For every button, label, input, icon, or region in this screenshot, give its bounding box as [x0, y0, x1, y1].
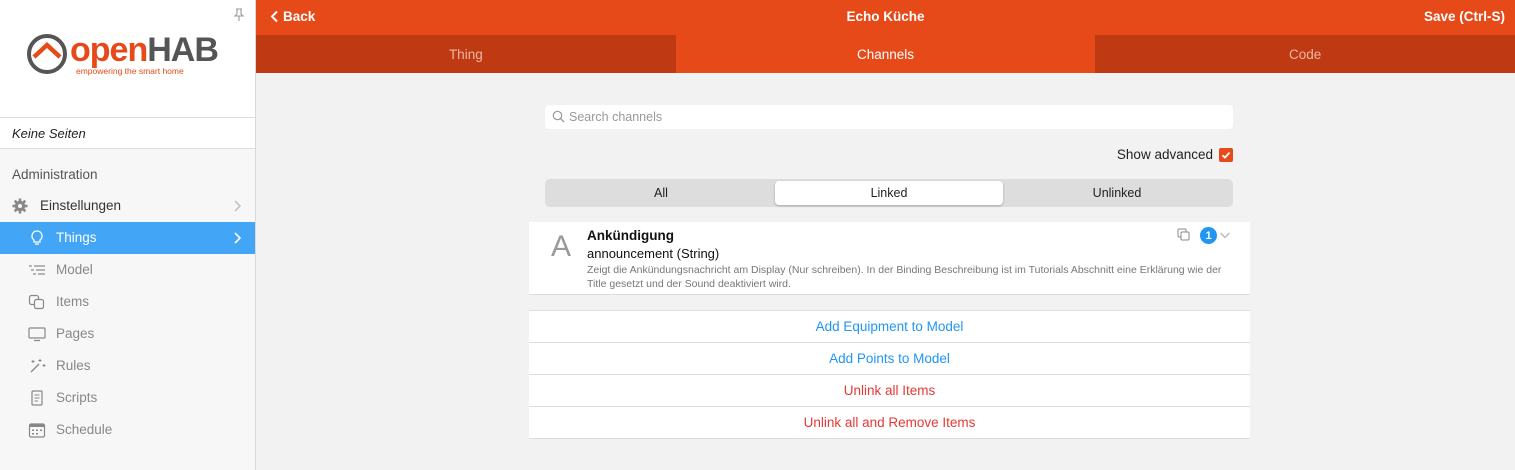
- channel-description: Zeigt die Ankündungsnachricht am Display…: [587, 264, 1222, 290]
- sidebar-item-label: Schedule: [56, 422, 113, 437]
- channel-list-item[interactable]: A Ankündigung announcement (String) Zeig…: [529, 222, 1250, 295]
- save-button[interactable]: Save (Ctrl-S): [1424, 9, 1505, 24]
- lightbulb-icon: [31, 230, 43, 245]
- tab-code[interactable]: Code: [1095, 35, 1515, 73]
- search-bar: [545, 105, 1233, 129]
- openhab-logo: openHAB empowering the smart home: [26, 30, 226, 80]
- checkmark-icon: [1221, 151, 1231, 159]
- sidebar-item-label: Einstellungen: [40, 198, 122, 213]
- administration-heading: Administration: [12, 167, 98, 182]
- tab-thing[interactable]: Thing: [256, 35, 676, 73]
- channel-label: Ankündigung: [587, 228, 674, 243]
- show-advanced-label: Show advanced: [1116, 147, 1213, 162]
- add-equipment-button[interactable]: Add Equipment to Model: [529, 311, 1250, 343]
- sidebar: openHAB empowering the smart home Keine …: [0, 0, 256, 470]
- show-advanced-checkbox[interactable]: [1219, 147, 1233, 162]
- sidebar-item-label: Rules: [56, 358, 91, 373]
- logo-tagline: empowering the smart home: [76, 66, 184, 76]
- sidebar-item-model[interactable]: Model: [0, 254, 255, 286]
- list-tree-icon: [29, 265, 45, 275]
- openhab-logo-icon: [27, 34, 67, 74]
- filter-linked-button[interactable]: Linked: [775, 181, 1003, 205]
- tab-bar: Thing Channels Code: [256, 35, 1515, 73]
- copy-icon[interactable]: [1177, 228, 1190, 241]
- actions-list: Add Equipment to Model Add Points to Mod…: [529, 310, 1250, 439]
- filter-all-button[interactable]: All: [547, 181, 775, 205]
- channel-id-type: announcement (String): [587, 246, 720, 261]
- sidebar-item-things[interactable]: Things: [0, 222, 255, 254]
- squares-icon: [28, 294, 45, 310]
- sidebar-item-items[interactable]: Items: [0, 286, 255, 318]
- linked-items-badge: 1: [1200, 227, 1217, 244]
- sidebar-item-label: Things: [56, 230, 97, 245]
- sidebar-item-label: Items: [56, 294, 90, 309]
- add-points-button[interactable]: Add Points to Model: [529, 343, 1250, 375]
- sidebar-item-settings[interactable]: Einstellungen: [0, 190, 255, 222]
- sidebar-item-label: Pages: [56, 326, 95, 341]
- channel-filter: All Linked Unlinked: [545, 179, 1233, 207]
- sidebar-item-rules[interactable]: Rules: [0, 350, 255, 382]
- sidebar-item-scripts[interactable]: Scripts: [0, 382, 255, 414]
- sidebar-item-label: Scripts: [56, 390, 98, 405]
- logo-wordmark: openHAB: [70, 31, 219, 69]
- search-icon: [552, 110, 565, 123]
- chevron-down-icon[interactable]: [1219, 230, 1231, 240]
- navbar: Back Echo Küche Save (Ctrl-S): [256, 0, 1515, 35]
- pin-icon[interactable]: [232, 8, 246, 22]
- pages-list: Keine Seiten: [0, 117, 255, 149]
- channel-type-letter: A: [551, 230, 572, 263]
- search-input[interactable]: [569, 105, 1219, 129]
- no-pages-text: Keine Seiten: [12, 126, 86, 141]
- sidebar-item-label: Model: [56, 262, 93, 277]
- logo-area: openHAB empowering the smart home: [0, 0, 255, 117]
- document-icon: [31, 390, 43, 406]
- unlink-all-button[interactable]: Unlink all Items: [529, 375, 1250, 407]
- gear-icon: [12, 198, 28, 214]
- unlink-remove-button[interactable]: Unlink all and Remove Items: [529, 407, 1250, 439]
- magic-wand-icon: [30, 359, 46, 373]
- monitor-icon: [28, 327, 46, 342]
- chevron-right-icon: [234, 232, 241, 244]
- calendar-icon: [28, 423, 46, 438]
- show-advanced-toggle[interactable]: Show advanced: [1117, 147, 1233, 162]
- chevron-right-icon: [234, 200, 241, 212]
- tab-channels[interactable]: Channels: [675, 35, 1096, 73]
- page-title: Echo Küche: [846, 9, 925, 24]
- sidebar-item-schedule[interactable]: Schedule: [0, 414, 255, 446]
- filter-unlinked-button[interactable]: Unlinked: [1003, 181, 1231, 205]
- sidebar-item-pages[interactable]: Pages: [0, 318, 255, 350]
